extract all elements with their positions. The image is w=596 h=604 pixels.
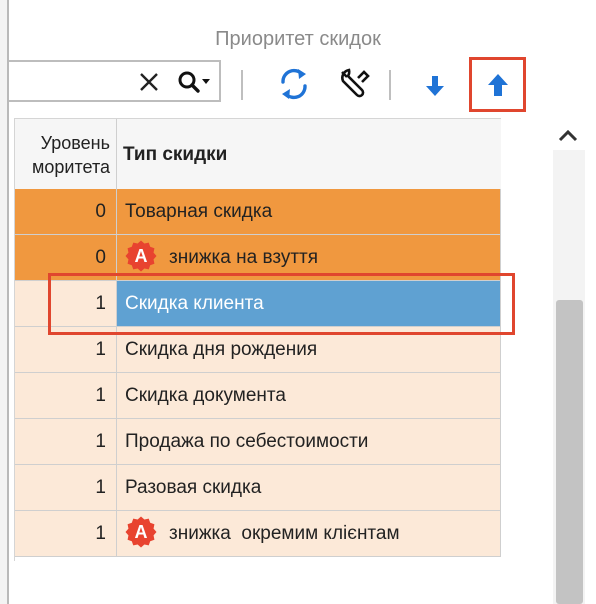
priority-level-cell[interactable]: 1	[15, 465, 117, 510]
clear-icon[interactable]	[137, 70, 161, 94]
column-header-type[interactable]: Тип скидки	[117, 119, 501, 189]
table-row[interactable]: 1 Скидка документа	[15, 373, 501, 419]
toolbar	[0, 58, 596, 108]
discount-type-label: знижка окремим клієнтам	[169, 523, 400, 544]
discount-type-label: Скидка клиента	[125, 293, 264, 314]
table-row[interactable]: 0 Товарная скидка	[15, 189, 501, 235]
arrow-down-icon[interactable]	[423, 74, 447, 98]
discount-type-cell[interactable]: Скидка дня рождения	[117, 327, 501, 372]
discount-priority-grid: Уровень моритета Тип скидки 0 Товарная ск…	[14, 118, 501, 561]
toolbar-separator	[389, 70, 391, 100]
discount-type-cell[interactable]: Скидка документа	[117, 373, 501, 418]
discount-type-cell[interactable]: Aзнижка окремим клієнтам	[117, 511, 501, 556]
table-row[interactable]: 1 Скидка клиента	[15, 281, 501, 327]
table-row[interactable]: 0 Aзнижка на взуття	[15, 235, 501, 281]
scroll-up-icon[interactable]	[556, 126, 580, 146]
discount-type-cell[interactable]: Продажа по себестоимости	[117, 419, 501, 464]
table-row[interactable]: 1 Разовая скидка	[15, 465, 501, 511]
column-header-level[interactable]: Уровень моритета	[15, 119, 117, 189]
discount-type-label: Продажа по себестоимости	[125, 431, 369, 452]
priority-level-cell[interactable]: 1	[15, 511, 117, 556]
priority-level-cell[interactable]: 1	[15, 281, 117, 326]
auto-discount-badge-icon: A	[125, 240, 157, 272]
refresh-icon[interactable]	[275, 65, 313, 103]
grid-header: Уровень моритета Тип скидки	[15, 119, 501, 190]
badge-letter: A	[135, 522, 148, 542]
priority-level-cell[interactable]: 1	[15, 419, 117, 464]
table-row[interactable]: 1 Aзнижка окремим клієнтам	[15, 511, 501, 557]
window-title: Приоритет скидок	[215, 28, 381, 50]
priority-level-cell[interactable]: 0	[15, 189, 117, 234]
priority-level-cell[interactable]: 1	[15, 327, 117, 372]
discount-type-label: Скидка дня рождения	[125, 339, 318, 360]
badge-letter: A	[135, 246, 148, 266]
priority-level-cell[interactable]: 1	[15, 373, 117, 418]
arrow-up-icon[interactable]	[485, 72, 511, 98]
toolbar-separator	[241, 70, 243, 100]
discount-type-label: Разовая скидка	[125, 477, 262, 498]
column-header-level-line2: моритета	[32, 157, 110, 177]
discount-type-cell[interactable]: Aзнижка на взуття	[117, 235, 501, 280]
table-row[interactable]: 1 Продажа по себестоимости	[15, 419, 501, 465]
scrollbar-thumb[interactable]	[556, 300, 583, 604]
search-dropdown-icon[interactable]	[176, 68, 214, 96]
discount-type-label: Скидка документа	[125, 385, 286, 406]
column-header-level-line1: Уровень	[40, 133, 110, 153]
priority-level-cell[interactable]: 0	[15, 235, 117, 280]
wrench-icon[interactable]	[335, 64, 373, 102]
discount-type-cell[interactable]: Разовая скидка	[117, 465, 501, 510]
auto-discount-badge-icon: A	[125, 516, 157, 548]
discount-type-cell[interactable]: Скидка клиента	[117, 281, 501, 326]
search-box	[9, 60, 221, 102]
discount-type-cell[interactable]: Товарная скидка	[117, 189, 501, 234]
discount-type-label: знижка на взуття	[169, 247, 319, 268]
discount-type-label: Товарная скидка	[125, 201, 273, 222]
table-row[interactable]: 1 Скидка дня рождения	[15, 327, 501, 373]
search-input[interactable]	[9, 62, 145, 100]
